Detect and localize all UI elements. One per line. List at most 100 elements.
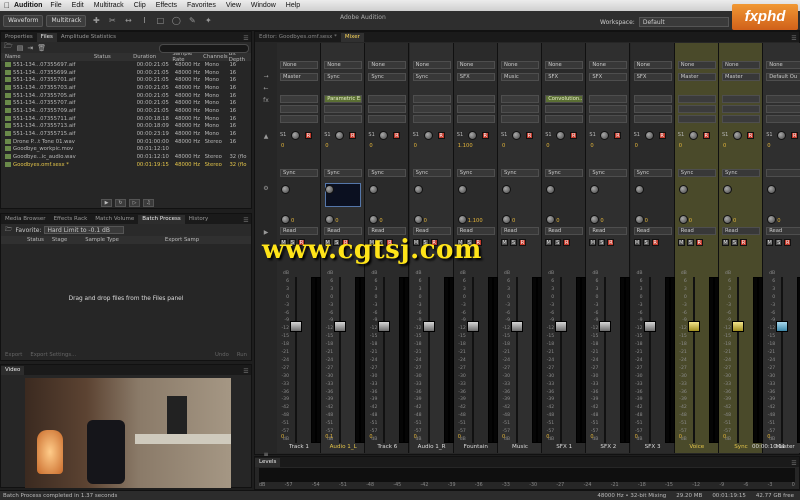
folder-icon[interactable]: 🗁 [5, 225, 12, 235]
automation-mode-select[interactable]: Read [324, 227, 363, 235]
panel-menu-icon[interactable]: ☰ [789, 460, 799, 467]
spot-heal-icon[interactable]: ✦ [202, 15, 214, 27]
solo-button[interactable]: S [775, 239, 783, 246]
table-row[interactable]: 551-134...07355713.aif 00:00:18:09 48000 H… [1, 123, 251, 131]
fx-slot[interactable] [722, 115, 760, 123]
menu-view[interactable]: View [226, 2, 241, 9]
track-name[interactable]: SFX 2 [586, 444, 630, 450]
fx-slot[interactable] [456, 115, 495, 123]
pan-knob[interactable] [502, 215, 511, 224]
eq-knob[interactable] [413, 185, 423, 194]
record-button[interactable]: R [349, 132, 357, 139]
mute-button[interactable]: M [633, 239, 641, 246]
send-knob[interactable] [291, 131, 300, 140]
table-row[interactable]: 551-134...07355711.aif 00:00:18:18 48000 H… [1, 115, 251, 123]
output-select[interactable]: Master [280, 73, 318, 81]
volume-fader[interactable] [643, 320, 656, 332]
volume-fader[interactable] [511, 320, 523, 332]
marquee-tool-icon[interactable]: □ [154, 15, 166, 27]
send-bus-select[interactable]: Sync [412, 169, 451, 177]
input-select[interactable]: None [589, 61, 628, 69]
pan-knob[interactable] [723, 215, 732, 224]
menu-multitrack[interactable]: Multitrack [94, 2, 124, 9]
record-button[interactable]: R [791, 132, 799, 139]
tab-mixer[interactable]: Mixer [340, 33, 364, 42]
automation-mode-select[interactable]: Read [280, 227, 318, 235]
panel-menu-icon[interactable]: ☰ [241, 368, 251, 375]
output-select[interactable]: Default Ou [766, 73, 800, 81]
solo-button[interactable]: S [642, 239, 650, 246]
record-button[interactable]: R [747, 132, 754, 139]
send-knob[interactable] [644, 131, 654, 140]
output-select[interactable]: Master [677, 73, 716, 81]
table-row[interactable]: 551-134...07355715.aif 00:00:23:19 48000 H… [1, 130, 251, 138]
send-knob[interactable] [733, 131, 742, 140]
apple-icon[interactable]:  [0, 1, 14, 10]
table-row[interactable]: 551-134...07355709.aif 00:00:21:05 48000 H… [1, 107, 251, 115]
eq-knob[interactable] [767, 185, 777, 194]
tab-media-browser[interactable]: Media Browser [1, 215, 50, 224]
fx-slot[interactable] [324, 115, 363, 123]
fx-slot[interactable] [501, 105, 539, 113]
send-bus-select[interactable]: Sync [501, 169, 539, 177]
record-button[interactable]: R [614, 132, 622, 139]
brush-tool-icon[interactable]: ✎ [186, 15, 198, 27]
table-row[interactable]: Goodbyes.omf.sesx * 00:01:19:15 48000 Hz St… [1, 161, 251, 169]
fx-slot[interactable] [280, 95, 318, 103]
files-search-input[interactable] [159, 44, 249, 53]
output-select[interactable]: Sync [324, 73, 363, 81]
table-row[interactable]: Goodbye_workpic.mov 00:01:12:10 [1, 146, 251, 154]
menu-window[interactable]: Window [251, 2, 276, 9]
automation-mode-select[interactable]: Read [412, 227, 451, 235]
fx-slot[interactable] [368, 105, 407, 113]
automation-mode-select[interactable]: Read [633, 227, 672, 235]
col-stage[interactable]: Stage [52, 237, 67, 243]
fx-slot[interactable] [766, 95, 800, 103]
send-bus-select[interactable]: Sync [280, 169, 318, 177]
record-button[interactable]: R [570, 132, 578, 139]
send-knob[interactable] [335, 131, 345, 140]
tab-files[interactable]: Files [36, 33, 57, 42]
loop-icon[interactable]: ↻ [115, 199, 126, 207]
eq-knob[interactable] [634, 185, 644, 194]
record-button[interactable]: R [437, 132, 445, 139]
mute-button[interactable]: M [677, 239, 685, 246]
pan-knob[interactable] [546, 215, 556, 224]
eq-knob[interactable] [502, 185, 511, 194]
panel-menu-icon[interactable]: ☰ [241, 35, 251, 42]
input-select[interactable]: None [501, 61, 539, 69]
time-select-tool-icon[interactable]: I [138, 15, 150, 27]
arm-record-button[interactable]: R [740, 239, 747, 246]
arm-record-button[interactable]: R [607, 239, 615, 246]
automation-mode-select[interactable]: Read [368, 227, 407, 235]
pan-knob[interactable] [767, 215, 777, 224]
send-bus-select[interactable]: Sync [368, 169, 407, 177]
table-row[interactable]: 551-134...07355697.aif 00:00:21:05 48000 H… [1, 61, 251, 69]
fx-slot[interactable] [677, 95, 716, 103]
fx-slot[interactable]: Parametric E... [324, 95, 363, 103]
menu-clip[interactable]: Clip [134, 2, 146, 9]
send-knob[interactable] [688, 131, 698, 140]
table-row[interactable]: Goodbye...ic_audio.wav 00:01:12:10 48000 H… [1, 153, 251, 161]
input-select[interactable]: None [722, 61, 760, 69]
output-select[interactable]: Sync [368, 73, 407, 81]
tab-history[interactable]: History [185, 215, 213, 224]
fx-slot[interactable] [280, 105, 318, 113]
insert-icon[interactable]: ⇥ [27, 44, 33, 52]
automation-mode-select[interactable]: Read [456, 227, 495, 235]
col-channels[interactable]: Channels [203, 54, 229, 60]
undo-button[interactable]: Undo [215, 352, 229, 358]
input-select[interactable]: None [456, 61, 495, 69]
pan-knob[interactable] [413, 215, 423, 224]
fx-slot[interactable] [633, 115, 672, 123]
solo-button[interactable]: S [686, 239, 694, 246]
volume-fader[interactable] [776, 320, 789, 332]
fx-slot[interactable] [722, 95, 760, 103]
play-icon[interactable]: ▶ [101, 199, 112, 207]
panel-menu-icon[interactable]: ☰ [241, 217, 251, 224]
volume-icon[interactable]: ♫ [143, 199, 154, 207]
record-button[interactable]: R [702, 132, 710, 139]
new-file-icon[interactable]: ▤ [17, 44, 24, 52]
track-name[interactable]: Voice [675, 444, 719, 450]
pan-knob[interactable] [590, 215, 600, 224]
